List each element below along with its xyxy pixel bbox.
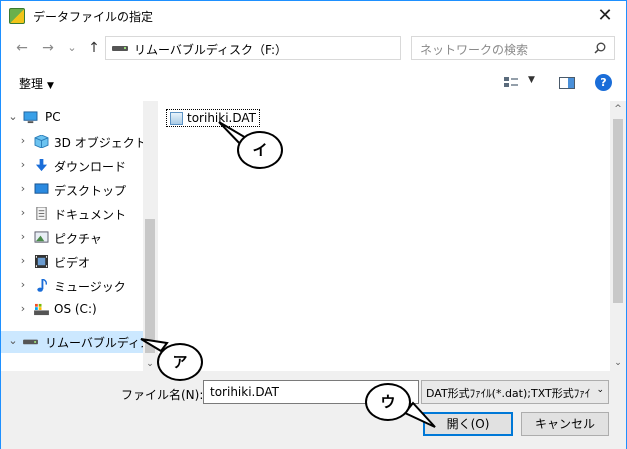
callout-i: イ [237, 131, 283, 169]
callout-u: ウ [365, 383, 411, 421]
file-open-dialog: データファイルの指定 ✕ ← → ⌄ ↑ リムーバブルディスク（F:） ⌄ ↻ … [0, 0, 627, 449]
callout-pointers [140, 121, 436, 428]
callout-a: ア [157, 343, 203, 381]
